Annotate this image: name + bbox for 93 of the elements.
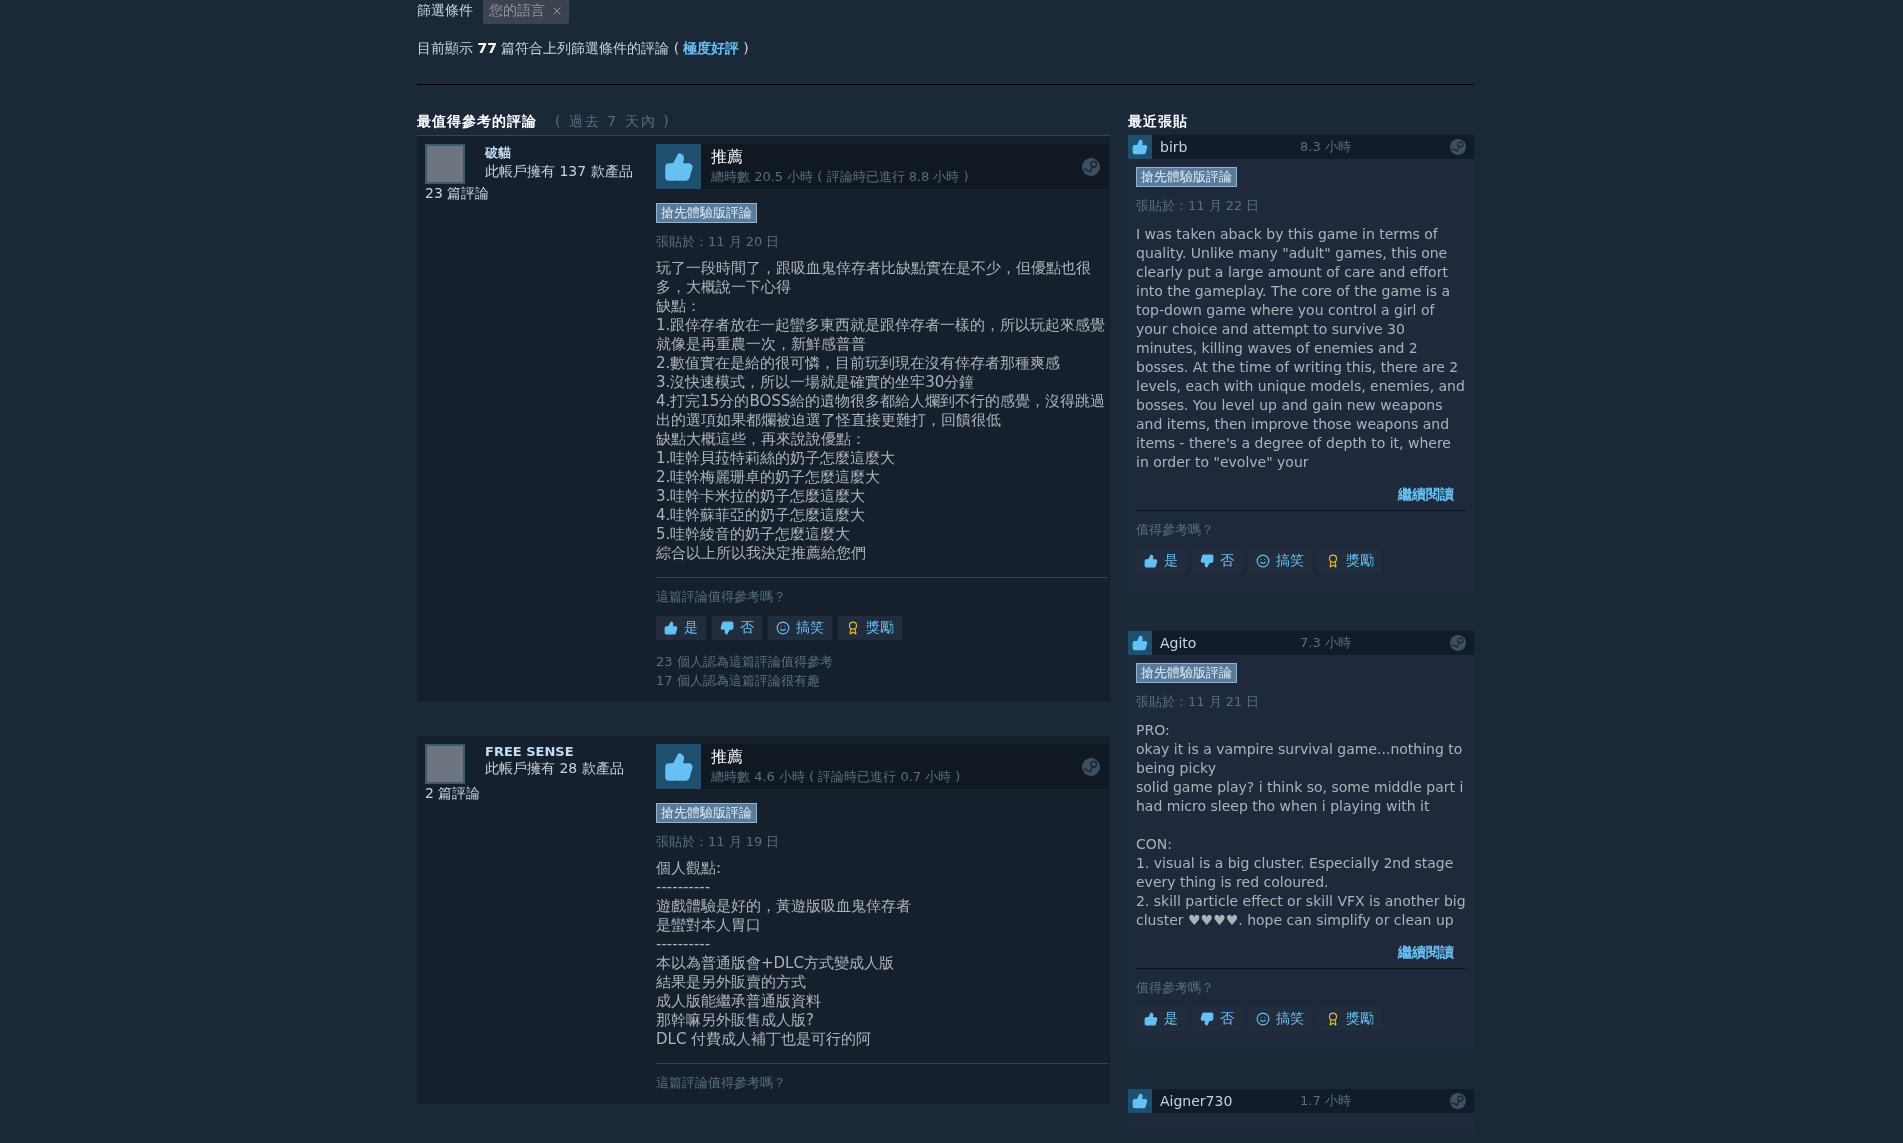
- vote-button[interactable]: 獎勵: [838, 616, 902, 640]
- playtime: 總時數 4.6 小時 ( 評論時已進行 0.7 小時 ): [711, 768, 962, 786]
- review-text-line: 那幹嘛另外販售成人版?: [656, 1011, 815, 1030]
- author-name[interactable]: Agito: [1160, 635, 1300, 651]
- playtime: 7.3 小時: [1300, 634, 1352, 652]
- review-text-line: 3.哇幹卡米拉的奶子怎麼這麼大: [656, 487, 867, 506]
- thumbs-down-icon: [720, 621, 734, 635]
- product-count: 此帳戶擁有 28 款產品: [485, 759, 625, 778]
- early-access-tag: 搶先體驗版評論: [656, 803, 757, 823]
- early-access-tag: 搶先體驗版評論: [1136, 663, 1237, 683]
- thumbs-up-icon: [1144, 1012, 1158, 1026]
- review-text-line: 成人版能繼承普通版資料: [656, 992, 822, 1011]
- posted-date: 張貼於：11 月 19 日: [656, 833, 781, 851]
- thumbs-up-icon: [663, 151, 694, 182]
- review-text-line: 缺點大概這些，再來說說優點：: [656, 430, 867, 449]
- review-text-line: 2. skill particle effect or skill VFX is another big cluster ♥♥♥♥. hope can simplify or clean up: [1136, 892, 1466, 930]
- avatar[interactable]: [425, 744, 465, 784]
- review-text-line: 玩了一段時間了，跟吸血鬼倖存者比缺點實在是不少，但優點也很多，大概說一下心得: [656, 259, 1092, 297]
- review-text-line: 結果是另外販賣的方式: [656, 973, 807, 992]
- posted-date: 張貼於：11 月 21 日: [1136, 693, 1261, 711]
- review-text-line: 5.哇幹綾音的奶子怎麼這麼大: [656, 525, 852, 544]
- review-text-line: 綜合以上所以我決定推薦給您們: [656, 544, 867, 563]
- review-text-line: 缺點：: [656, 297, 702, 316]
- steam-logo-icon: [1082, 757, 1100, 776]
- review-text-line: 遊戲體驗是好的，黃遊版吸血鬼倖存者: [656, 897, 912, 916]
- review-text-line: 4.打完15分的BOSS給的遺物很多都給人爛到不行的感覺，沒得跳過出的選項如果都爛被迫選了怪直接更難打，回饋很低: [656, 392, 1107, 430]
- verdict-label: 推薦: [711, 147, 744, 168]
- section-title: 最值得參考的評論: [417, 113, 537, 131]
- avatar[interactable]: [425, 144, 465, 184]
- review-summary: 目前顯示 77 篇符合上列篩選條件的評論 ( 極度好評 ): [417, 40, 750, 58]
- review-text-line: 4.哇幹蘇菲亞的奶子怎麼這麼大: [656, 506, 867, 525]
- verdict-label: 推薦: [711, 747, 744, 768]
- vote-count: 23 個人認為這篇評論值得參考: [656, 653, 834, 671]
- author-name[interactable]: FREE SENSE: [485, 744, 660, 759]
- review-text-line: 1.跟倖存者放在一起蠻多東西就是跟倖存者一樣的，所以玩起來感覺就像是再重農一次，新鮮感普普: [656, 316, 1107, 354]
- thumbs-up-icon: [663, 751, 694, 782]
- playtime: 總時數 20.5 小時 ( 評論時已進行 8.8 小時 ): [711, 168, 970, 186]
- playtime: 1.7 小時: [1300, 1092, 1352, 1110]
- author-name[interactable]: Aigner730: [1160, 1093, 1300, 1109]
- thumbs-down-icon: [1200, 554, 1214, 568]
- review-text-line: 個人觀點:: [656, 859, 723, 878]
- helpful-question: 值得參考嗎？: [1136, 521, 1215, 539]
- filter-label: 篩選條件: [417, 2, 473, 20]
- review-count: 2 篇評論: [425, 784, 482, 803]
- helpful-question: 這篇評論值得參考嗎？: [656, 1074, 787, 1092]
- review-text-line: 1. visual is a big cluster. Especially 2nd stage every thing is red coloured.: [1136, 854, 1455, 892]
- early-access-tag: 搶先體驗版評論: [1136, 167, 1237, 187]
- section-title: 最近張貼: [1128, 113, 1188, 131]
- review-text-line: solid game play? i think so, some middle part i had micro sleep tho when i playing with it: [1136, 778, 1465, 816]
- vote-count: 17 個人認為這篇評論很有趣: [656, 672, 821, 690]
- author-name[interactable]: birb: [1160, 139, 1300, 155]
- read-more-link[interactable]: 繼續閱讀: [1136, 944, 1454, 962]
- smiley-icon: [1256, 554, 1270, 568]
- review-text-line: ----------: [656, 935, 712, 954]
- award-ribbon-icon: [846, 621, 860, 635]
- thumbs-up-icon: [1144, 554, 1158, 568]
- award-ribbon-icon: [1326, 554, 1340, 568]
- review-count: 23 篇評論: [425, 184, 491, 203]
- smiley-icon: [1256, 1012, 1270, 1026]
- steam-logo-icon: [1082, 157, 1100, 176]
- thumbs-up-icon: [664, 621, 678, 635]
- early-access-tag: 搶先體驗版評論: [656, 203, 757, 223]
- close-icon[interactable]: [551, 5, 563, 17]
- steam-logo-icon: [1450, 1093, 1466, 1109]
- thumbs-down-icon: [1200, 1012, 1214, 1026]
- review-text-line: ----------: [656, 878, 712, 897]
- review-text-line: 1.哇幹貝菈特莉絲的奶子怎麼這麼大: [656, 449, 897, 468]
- review-text-line: I was taken aback by this game in terms of quality. Unlike many "adult" games, this one clearly put a large amount of care and effort into the gameplay. The core of the game is a top-down game where you control a girl of your choice and attempt to survive 30 minutes, killing waves of enemies and 2 bosses. At the time of writing this, there are 2 levels, each with unique models, enemies, and bosses. You level up and gain new weapons and items, then improve those weapons and items - there's a degree of depth to it, where in order to "evolve" your: [1136, 225, 1466, 472]
- review-text-line: 2.數值實在是給的很可憐，目前玩到現在沒有倖存者那種爽感: [656, 354, 1062, 373]
- vote-button[interactable]: 搞笑: [768, 616, 832, 640]
- posted-date: 張貼於：11 月 22 日: [1136, 197, 1261, 215]
- review-text-line: 是蠻對本人胃口: [656, 916, 762, 935]
- steam-logo-icon: [1450, 635, 1466, 651]
- read-more-link[interactable]: 繼續閱讀: [1136, 486, 1454, 504]
- award-ribbon-icon: [1326, 1012, 1340, 1026]
- vote-button[interactable]: 是: [656, 616, 706, 640]
- steam-logo-icon: [1450, 139, 1466, 155]
- review-text-line: PRO:: [1136, 721, 1171, 740]
- product-count: 此帳戶擁有 137 款產品: [485, 162, 634, 181]
- period-label: ( 過去 7 天內 ): [555, 113, 671, 131]
- review-text-line: 本以為普通版會+DLC方式變成人版: [656, 954, 895, 973]
- vote-button[interactable]: 否: [712, 616, 762, 640]
- posted-date: 張貼於：11 月 20 日: [656, 233, 781, 251]
- review-text-line: 2.哇幹梅麗珊卓的奶子怎麼這麼大: [656, 468, 882, 487]
- author-name[interactable]: 破貓: [485, 144, 660, 162]
- helpful-question: 值得參考嗎？: [1136, 979, 1215, 997]
- review-text-line: CON:: [1136, 835, 1173, 854]
- review-text-line: DLC 付費成人補丁也是可行的阿: [656, 1030, 873, 1049]
- smiley-icon: [776, 621, 790, 635]
- rating-link[interactable]: 極度好評: [683, 40, 740, 56]
- playtime: 8.3 小時: [1300, 138, 1352, 156]
- helpful-question: 這篇評論值得參考嗎？: [656, 588, 787, 606]
- review-text-line: 3.沒快速模式，所以一場就是確實的坐牢30分鐘: [656, 373, 976, 392]
